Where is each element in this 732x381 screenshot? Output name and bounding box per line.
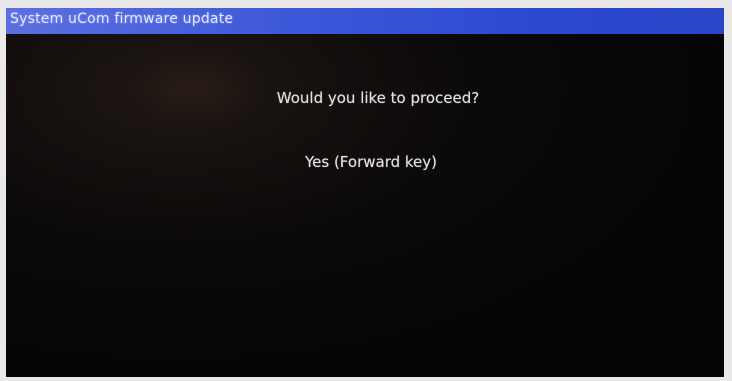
screen-bezel: System uCom firmware update Would you li… — [0, 0, 732, 381]
yes-option[interactable]: Yes (Forward key) — [6, 153, 724, 171]
screen-glare — [126, 48, 266, 128]
proceed-prompt-label: Would you like to proceed? — [276, 89, 480, 107]
proceed-prompt: Would you like to proceed? — [6, 89, 724, 107]
window-title: System uCom firmware update — [10, 11, 234, 27]
display-screen: System uCom firmware update Would you li… — [6, 8, 724, 377]
yes-option-label: Yes (Forward key) — [304, 153, 438, 171]
title-bar: System uCom firmware update — [6, 8, 724, 34]
